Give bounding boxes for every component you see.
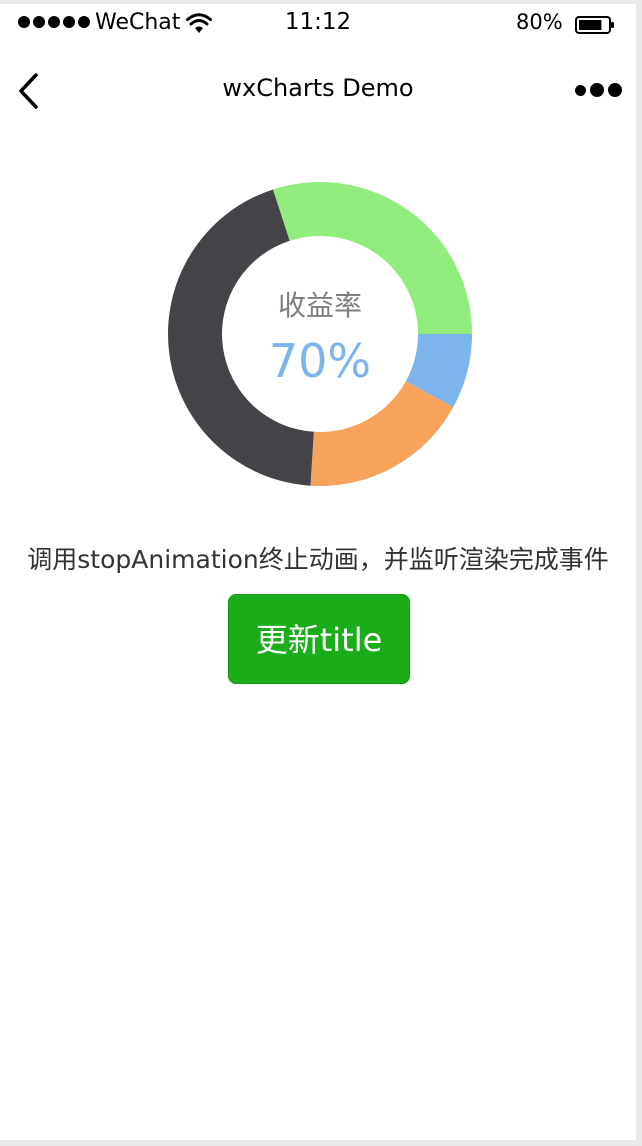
ring-slice-1 — [310, 381, 454, 487]
chart-title: 收益率 — [277, 289, 362, 322]
status-bar: WeChat 11:12 80% — [0, 4, 636, 44]
chart-subtitle: 70% — [268, 334, 372, 388]
battery-icon — [575, 16, 614, 34]
phone-screen: WeChat 11:12 80% wxCharts Demo 收益率 70% 调… — [0, 4, 636, 1140]
page-title: wxCharts Demo — [222, 74, 414, 102]
update-title-button[interactable]: 更新title — [228, 594, 410, 684]
navigation-bar: wxCharts Demo — [0, 44, 636, 134]
more-dots-icon[interactable] — [575, 83, 622, 97]
battery-percentage: 80% — [516, 10, 563, 34]
description-text: 调用stopAnimation终止动画，并监听渲染完成事件 — [27, 545, 609, 574]
